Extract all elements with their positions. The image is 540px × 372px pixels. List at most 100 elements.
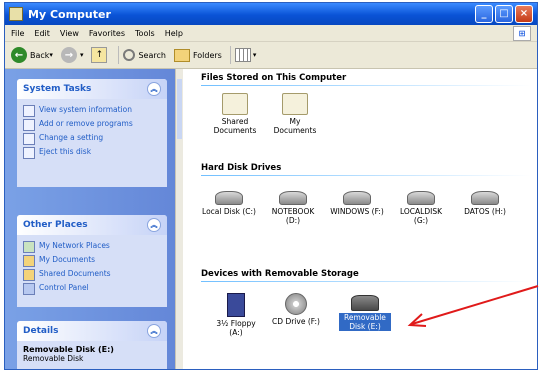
floppy-drive-icon bbox=[227, 293, 245, 317]
task-pane: System Tasks ︽ View system information A… bbox=[5, 69, 175, 369]
details-type: Removable Disk bbox=[23, 354, 84, 363]
folder-icon bbox=[282, 93, 308, 115]
annotation-arrow bbox=[407, 285, 539, 327]
folder-up-icon: ↑ bbox=[91, 47, 108, 63]
drive-g[interactable]: LOCALDISK (G:) bbox=[393, 187, 449, 225]
chevron-down-icon[interactable]: ▾ bbox=[49, 51, 53, 59]
section-divider bbox=[201, 175, 531, 176]
details-title: Details bbox=[23, 326, 59, 336]
place-label: My Documents bbox=[39, 255, 96, 264]
item-label: LOCALDISK (G:) bbox=[399, 207, 443, 225]
system-tasks-panel: System Tasks ︽ View system information A… bbox=[17, 79, 167, 187]
removable-disk-e[interactable]: Removable Disk (E:) bbox=[339, 293, 391, 331]
title-bar[interactable]: My Computer _ □ × bbox=[5, 3, 537, 25]
system-tasks-header[interactable]: System Tasks ︽ bbox=[17, 79, 167, 99]
toolbar-separator bbox=[118, 46, 120, 64]
toolbar-separator bbox=[229, 46, 231, 64]
up-button[interactable]: ↑ bbox=[91, 47, 110, 63]
task-label: View system information bbox=[39, 105, 132, 114]
other-places-header[interactable]: Other Places ︽ bbox=[17, 215, 167, 235]
task-add-remove-programs[interactable]: Add or remove programs bbox=[23, 119, 161, 131]
arrow-shaft bbox=[411, 285, 539, 325]
collapse-icon[interactable]: ︽ bbox=[147, 218, 161, 232]
item-label: 3½ Floppy (A:) bbox=[216, 319, 256, 337]
task-change-setting[interactable]: Change a setting bbox=[23, 133, 161, 145]
task-eject-disk[interactable]: Eject this disk bbox=[23, 147, 161, 159]
menu-tools[interactable]: Tools bbox=[135, 29, 155, 38]
back-arrow-icon: ← bbox=[11, 47, 27, 63]
collapse-icon[interactable]: ︽ bbox=[147, 82, 161, 96]
section-hard-disk-drives: Hard Disk Drives bbox=[201, 163, 282, 173]
hard-drive-icon bbox=[407, 191, 435, 205]
drive-c[interactable]: Local Disk (C:) bbox=[201, 187, 257, 216]
my-documents-item[interactable]: My Documents bbox=[273, 93, 317, 135]
collapse-icon[interactable]: ︽ bbox=[147, 324, 161, 338]
drive-f[interactable]: WINDOWS (F:) bbox=[329, 187, 385, 216]
folders-label: Folders bbox=[192, 50, 222, 60]
control-panel-icon bbox=[23, 283, 35, 295]
forward-arrow-icon: → bbox=[60, 47, 77, 63]
add-remove-icon bbox=[23, 119, 35, 131]
task-label: Change a setting bbox=[39, 133, 104, 142]
system-tasks-title: System Tasks bbox=[23, 84, 92, 94]
views-icon bbox=[234, 48, 251, 62]
item-label: Shared Documents bbox=[213, 117, 257, 135]
other-places-title: Other Places bbox=[23, 220, 88, 230]
back-button[interactable]: ← Back ▾ bbox=[11, 47, 53, 63]
hard-drive-icon bbox=[215, 191, 243, 205]
place-network[interactable]: My Network Places bbox=[23, 241, 161, 253]
menu-favorites[interactable]: Favorites bbox=[89, 29, 125, 38]
maximize-button[interactable]: □ bbox=[495, 5, 513, 23]
menu-help[interactable]: Help bbox=[165, 29, 183, 38]
menu-view[interactable]: View bbox=[60, 29, 79, 38]
item-label: Removable Disk (E:) bbox=[339, 313, 391, 331]
details-name: Removable Disk (E:) bbox=[23, 345, 114, 354]
place-label: Shared Documents bbox=[39, 269, 111, 278]
details-header[interactable]: Details ︽ bbox=[17, 321, 167, 341]
cd-drive-icon bbox=[285, 293, 307, 315]
views-button[interactable]: ▾ bbox=[234, 48, 257, 62]
hard-drive-icon bbox=[471, 191, 499, 205]
item-label: Local Disk (C:) bbox=[202, 207, 256, 216]
chevron-down-icon: ▾ bbox=[252, 51, 257, 59]
item-label: WINDOWS (F:) bbox=[330, 207, 384, 216]
forward-button[interactable]: → ▾ bbox=[60, 47, 84, 63]
windows-logo-icon: ⊞ bbox=[513, 26, 531, 41]
menu-edit[interactable]: Edit bbox=[34, 29, 50, 38]
folders-button[interactable]: Folders bbox=[173, 48, 222, 62]
back-label: Back bbox=[30, 50, 50, 60]
place-my-documents[interactable]: My Documents bbox=[23, 255, 161, 267]
drive-d[interactable]: NOTEBOOK (D:) bbox=[265, 187, 321, 225]
my-documents-icon bbox=[23, 255, 35, 267]
chevron-down-icon[interactable]: ▾ bbox=[80, 51, 84, 59]
system-info-icon bbox=[23, 105, 35, 117]
task-view-system-info[interactable]: View system information bbox=[23, 105, 161, 117]
place-shared-documents[interactable]: Shared Documents bbox=[23, 269, 161, 281]
scrollbar-thumb[interactable] bbox=[177, 79, 182, 139]
item-label: CD Drive (F:) bbox=[272, 317, 320, 326]
menu-file[interactable]: File bbox=[11, 29, 24, 38]
hard-drive-icon bbox=[343, 191, 371, 205]
eject-icon bbox=[23, 147, 35, 159]
task-label: Add or remove programs bbox=[39, 119, 133, 128]
item-label: DATOS (H:) bbox=[464, 207, 506, 216]
item-label: My Documents bbox=[273, 117, 317, 135]
shared-documents-icon bbox=[23, 269, 35, 281]
folder-icon bbox=[222, 93, 248, 115]
search-button[interactable]: Search bbox=[123, 49, 166, 61]
place-label: My Network Places bbox=[39, 241, 110, 250]
place-label: Control Panel bbox=[39, 283, 89, 292]
cd-drive[interactable]: CD Drive (F:) bbox=[271, 293, 321, 326]
shared-documents-item[interactable]: Shared Documents bbox=[213, 93, 257, 135]
place-control-panel[interactable]: Control Panel bbox=[23, 283, 161, 295]
floppy-drive[interactable]: 3½ Floppy (A:) bbox=[213, 293, 259, 337]
task-label: Eject this disk bbox=[39, 147, 92, 156]
my-computer-icon bbox=[9, 7, 23, 21]
folders-icon bbox=[173, 48, 190, 62]
minimize-button[interactable]: _ bbox=[475, 5, 493, 23]
close-button[interactable]: × bbox=[515, 5, 533, 23]
settings-icon bbox=[23, 133, 35, 145]
drive-h[interactable]: DATOS (H:) bbox=[457, 187, 513, 216]
window-title: My Computer bbox=[28, 7, 111, 21]
details-panel: Details ︽ Removable Disk (E:) Removable … bbox=[17, 321, 167, 369]
